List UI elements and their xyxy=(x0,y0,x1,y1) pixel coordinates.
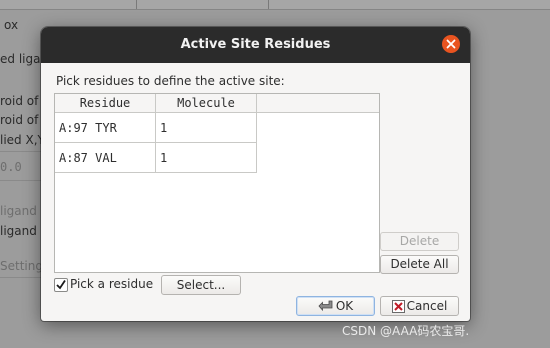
parent-window-toolbar xyxy=(0,0,550,10)
instruction-label: Pick residues to define the active site: xyxy=(56,74,285,88)
table-cell-residue[interactable]: A:87 VAL xyxy=(55,143,156,173)
pick-residue-checkbox[interactable] xyxy=(54,278,68,292)
cancel-icon xyxy=(391,299,405,313)
checkmark-icon xyxy=(56,280,66,290)
bg-label-applied-xy: lied X,Y xyxy=(0,133,45,147)
ok-icon xyxy=(318,300,333,312)
cancel-label: Cancel xyxy=(406,299,448,313)
bg-label-ligand-faded: ligand xyxy=(0,204,37,218)
bg-label-centroid-1: roid of xyxy=(0,94,39,108)
column-header-residue[interactable]: Residue xyxy=(55,94,156,113)
column-header-molecule[interactable]: Molecule xyxy=(156,94,257,113)
bg-label-box: ox xyxy=(4,18,19,32)
delete-button[interactable]: Delete xyxy=(380,232,459,251)
bg-value-field: 0.0 xyxy=(0,160,22,174)
dialog-title: Active Site Residues xyxy=(180,37,331,52)
cancel-button[interactable]: Cancel xyxy=(380,296,459,316)
close-icon xyxy=(446,39,456,49)
close-button[interactable] xyxy=(442,35,460,53)
bg-label-ligand-2: ligand xyxy=(0,224,37,238)
ok-label: OK xyxy=(335,299,354,313)
table-cell-molecule[interactable]: 1 xyxy=(156,143,257,173)
toolbar-separator xyxy=(268,0,269,9)
ok-button[interactable]: OK xyxy=(296,296,375,316)
residue-table[interactable]: Residue Molecule A:97 TYR 1 A:87 VAL 1 xyxy=(54,93,380,273)
select-button[interactable]: Select... xyxy=(161,275,241,295)
bg-label-centroid-2: roid of xyxy=(0,113,39,127)
delete-all-button[interactable]: Delete All xyxy=(380,255,459,274)
column-header-filler xyxy=(257,94,379,113)
active-site-residues-dialog: Active Site Residues Pick residues to de… xyxy=(41,27,470,321)
watermark: CSDN @AAA码农宝哥. xyxy=(342,324,470,338)
dialog-titlebar[interactable]: Active Site Residues xyxy=(41,27,470,63)
toolbar-separator xyxy=(136,0,137,9)
table-cell-molecule[interactable]: 1 xyxy=(156,113,257,143)
table-cell-residue[interactable]: A:97 TYR xyxy=(55,113,156,143)
pick-residue-label[interactable]: Pick a residue xyxy=(70,277,153,291)
